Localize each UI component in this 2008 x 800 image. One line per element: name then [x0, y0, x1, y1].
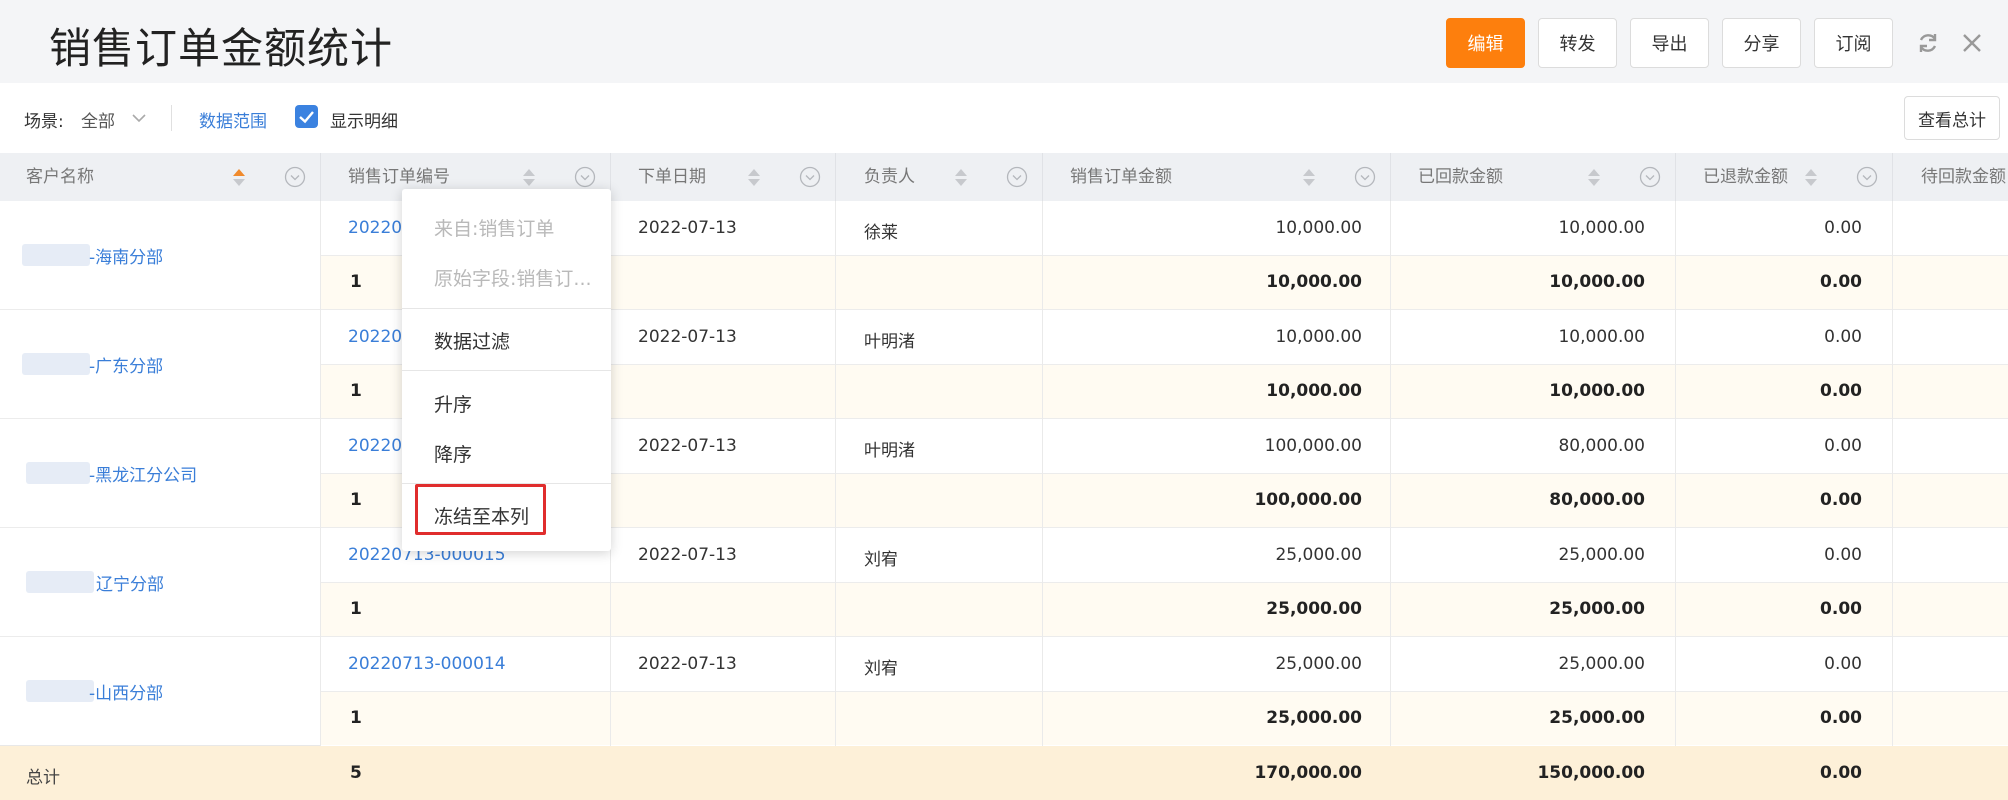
edit-button[interactable]: 编辑	[1446, 18, 1525, 68]
show-detail-label: 显示明细	[330, 112, 398, 132]
column-header-refund[interactable]: 已退款金额	[1703, 153, 1788, 201]
sort-icon[interactable]	[232, 168, 246, 187]
scene-select[interactable]: 全部	[81, 107, 115, 132]
table-row: 20220713-000014 2022-07-13 刘宥 25,000.00 …	[320, 637, 2008, 691]
column-header-amount[interactable]: 销售订单金额	[1070, 153, 1172, 201]
total-row: 总计 5 170,000.00 150,000.00 0.00	[0, 746, 2008, 800]
table-row: -山西分部	[0, 637, 320, 746]
column-header-owner[interactable]: 负责人	[864, 153, 915, 201]
chevron-down-icon[interactable]	[131, 113, 147, 123]
table-row: 辽宁分部	[0, 528, 320, 637]
column-header-date[interactable]: 下单日期	[638, 153, 706, 201]
circle-chevron-icon[interactable]	[1006, 166, 1028, 188]
table-row: -海南分部	[0, 201, 320, 310]
menu-item-original-field: 原始字段:销售订...	[434, 268, 592, 290]
page-header: 销售订单金额统计 编辑 转发 导出 分享 订阅	[0, 0, 2008, 83]
share-button[interactable]: 分享	[1722, 18, 1801, 68]
page-title: 销售订单金额统计	[49, 24, 394, 73]
table-row: -广东分部	[0, 310, 320, 419]
filter-toolbar: 场景: 全部 数据范围 显示明细 查看总计	[0, 83, 2008, 153]
circle-chevron-icon[interactable]	[284, 166, 306, 188]
order-no-link[interactable]: 20220713-000014	[348, 654, 506, 674]
forward-button[interactable]: 转发	[1538, 18, 1617, 68]
sort-icon[interactable]	[954, 168, 968, 187]
customer-link[interactable]: -广东分部	[89, 352, 163, 377]
customer-link[interactable]: -山西分部	[89, 679, 163, 704]
column-header-pending[interactable]: 待回款金额	[1921, 153, 2006, 201]
table-header: 客户名称 销售订单编号 下单日期 负责人 销售订单金额 已回款金额 已退款金额 …	[0, 153, 2008, 201]
export-button[interactable]: 导出	[1630, 18, 1709, 68]
customer-link[interactable]: -海南分部	[89, 243, 163, 268]
circle-chevron-icon[interactable]	[799, 166, 821, 188]
circle-chevron-icon[interactable]	[1856, 166, 1878, 188]
subtotal-row: 1 25,000.00 25,000.00 0.00	[320, 582, 2008, 636]
sort-icon[interactable]	[522, 168, 536, 187]
view-total-button[interactable]: 查看总计	[1904, 96, 2000, 140]
data-range-link[interactable]: 数据范围	[199, 107, 267, 132]
sort-icon[interactable]	[747, 168, 761, 187]
menu-item-source: 来自:销售订单	[434, 218, 555, 240]
highlight-annotation	[415, 484, 546, 535]
circle-chevron-icon[interactable]	[1354, 166, 1376, 188]
circle-chevron-icon[interactable]	[1639, 166, 1661, 188]
table-row: -黑龙江分公司	[0, 419, 320, 528]
refresh-icon[interactable]	[1915, 30, 1941, 56]
circle-chevron-icon[interactable]	[574, 166, 596, 188]
sort-icon[interactable]	[1302, 168, 1316, 187]
check-icon	[299, 111, 314, 124]
total-label: 总计	[26, 768, 60, 788]
sort-icon[interactable]	[1587, 168, 1601, 187]
subtotal-row: 1 25,000.00 25,000.00 0.00	[320, 691, 2008, 745]
close-icon[interactable]	[1959, 30, 1985, 56]
menu-item-data-filter[interactable]: 数据过滤	[434, 327, 510, 354]
divider	[171, 105, 172, 131]
customer-link[interactable]: 辽宁分部	[96, 570, 164, 595]
column-header-received[interactable]: 已回款金额	[1418, 153, 1503, 201]
subscribe-button[interactable]: 订阅	[1814, 18, 1893, 68]
menu-item-ascending[interactable]: 升序	[434, 390, 472, 417]
customer-link[interactable]: -黑龙江分公司	[89, 461, 197, 486]
show-detail-checkbox[interactable]	[295, 105, 318, 128]
menu-item-descending[interactable]: 降序	[434, 440, 472, 467]
sort-icon[interactable]	[1804, 168, 1818, 187]
scene-label: 场景:	[24, 112, 64, 132]
column-header-customer[interactable]: 客户名称	[26, 153, 94, 201]
